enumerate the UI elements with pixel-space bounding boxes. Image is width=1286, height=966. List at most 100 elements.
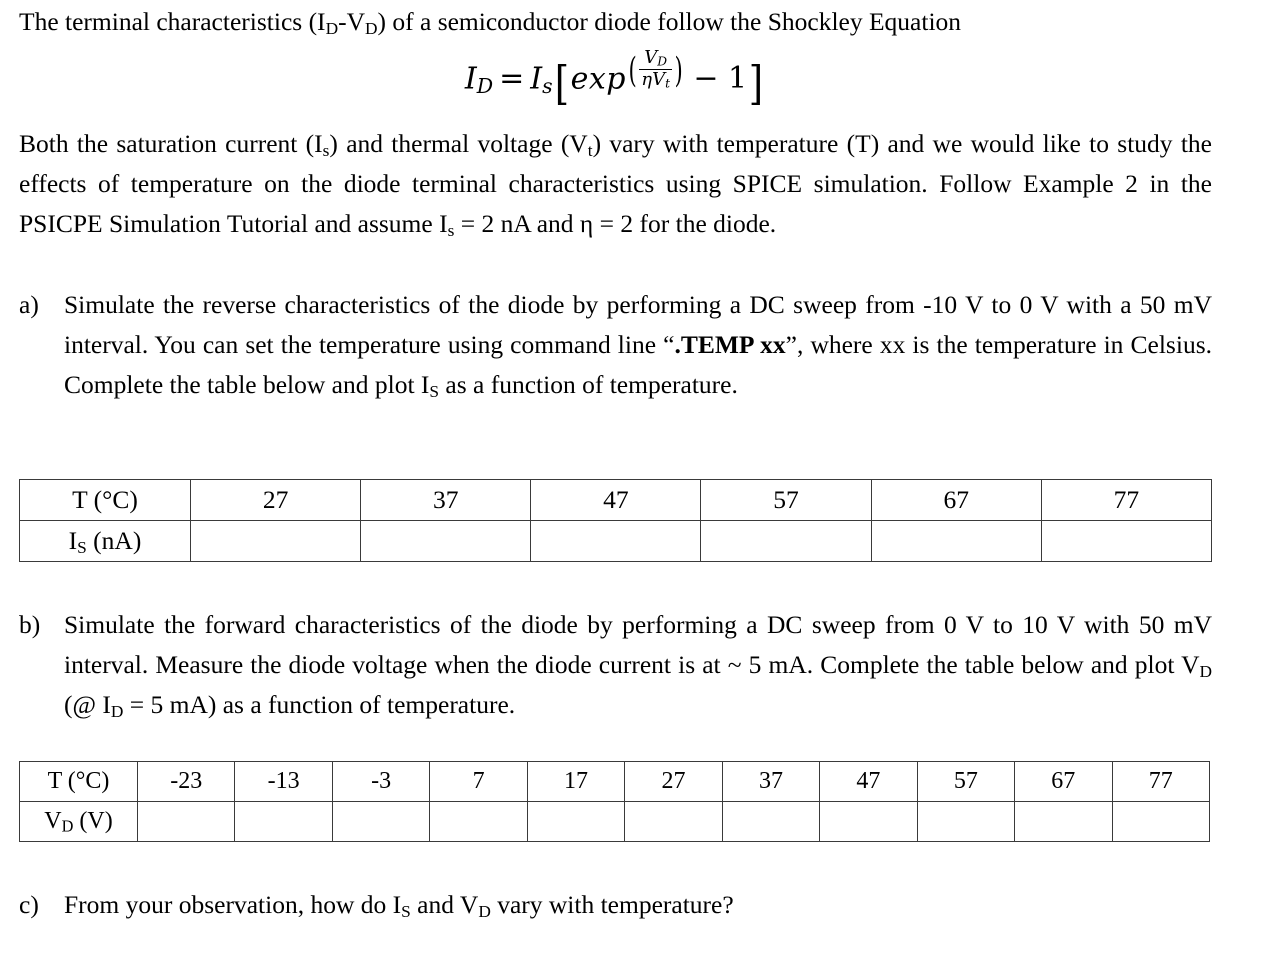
table-vd-value-1[interactable] <box>234 801 333 842</box>
table-vd-temp-6: 37 <box>721 761 821 802</box>
body-text-2: ) and thermal voltage (V <box>329 129 588 158</box>
question-item-a: a) Simulate the reverse characteristics … <box>19 285 1212 405</box>
table-vd-value-10[interactable] <box>1111 801 1211 842</box>
equation-equals: = <box>499 61 525 97</box>
item-c-text-2: and V <box>410 890 479 919</box>
equation-is-sub: s <box>542 73 553 98</box>
table-vd-temp-3: 7 <box>429 761 528 802</box>
table-vd-value-5[interactable] <box>624 801 723 842</box>
item-c-sub-d: D <box>478 901 491 921</box>
intro-text-post: ) of a semiconductor diode follow the Sh… <box>377 7 962 36</box>
table-vd-temp-5: 27 <box>624 761 723 802</box>
item-c-text-1: From your observation, how do I <box>64 890 402 919</box>
table-vd-value-2[interactable] <box>331 801 431 842</box>
table-vd-temp-2: -3 <box>331 761 431 802</box>
equation-id-sub: D <box>476 73 494 98</box>
table-vd-temp-4: 17 <box>526 761 626 802</box>
equation-denominator-var: ηV <box>641 68 666 90</box>
item-a-text-3: as a function of temperature. <box>439 370 738 399</box>
table-is-temp-1: 37 <box>360 479 532 521</box>
equation-fraction: VD ηVt <box>639 47 673 90</box>
table-row-vd-values: VD (V) <box>19 801 1211 842</box>
table-vd-label-vd: VD (V) <box>19 801 138 842</box>
item-a-text: Simulate the reverse characteristics of … <box>64 285 1212 405</box>
table-vd-temp-1: -13 <box>234 761 333 802</box>
table-vd-value-9[interactable] <box>1014 801 1113 842</box>
table-is-temp-2: 47 <box>530 479 702 521</box>
intro-text-pre: The terminal characteristics (I <box>19 7 326 36</box>
intro-sub-d2: D <box>365 18 378 38</box>
table-is-value-5[interactable] <box>1040 520 1213 562</box>
table-vd-temp-9: 67 <box>1014 761 1113 802</box>
table-row-temperature: T (°C) 27 37 47 57 67 77 <box>19 479 1213 521</box>
table-is-temp-0: 27 <box>189 479 362 521</box>
equation-exp-word: exp <box>570 61 626 97</box>
table-vd-value-6[interactable] <box>721 801 821 842</box>
item-b-text-1: Simulate the forward characteristics of … <box>64 610 1212 679</box>
equation-expression: ID = Is[exp(VD ηVt) − 1] <box>464 48 765 111</box>
diode-voltage-table[interactable]: T (°C) -23 -13 -3 7 17 27 37 47 57 67 77… <box>19 761 1211 842</box>
equation-paren-close: ) <box>674 50 683 91</box>
item-b-sub-d2: D <box>110 701 124 721</box>
item-c-sub-s: S <box>401 901 411 921</box>
intro-text-mid: -V <box>338 7 365 36</box>
equation-bracket-close: ] <box>748 56 764 111</box>
table-is-value-3[interactable] <box>700 520 872 562</box>
question-item-b: b) Simulate the forward characteristics … <box>19 605 1212 725</box>
table-vd-value-4[interactable] <box>526 801 626 842</box>
body-text-4: = 2 nA and η = 2 for the diode. <box>454 209 777 238</box>
table-row-temperature: T (°C) -23 -13 -3 7 17 27 37 47 57 67 77 <box>19 761 1211 802</box>
table-vd-value-7[interactable] <box>819 801 918 842</box>
table-is-label-i: I <box>68 526 78 555</box>
body-text-1: Both the saturation current (I <box>19 129 323 158</box>
item-c-text: From your observation, how do IS and VD … <box>64 885 1212 925</box>
intro-sentence: The terminal characteristics (ID-VD) of … <box>19 2 1215 42</box>
saturation-current-table[interactable]: T (°C) 27 37 47 57 67 77 IS (nA) <box>19 479 1213 562</box>
item-c-text-3: vary with temperature? <box>490 890 734 919</box>
item-b-text-2: (@ I <box>64 690 111 719</box>
table-is-value-4[interactable] <box>870 520 1042 562</box>
table-is-label-temperature: T (°C) <box>19 479 191 521</box>
table-vd-label-v: V <box>44 808 62 834</box>
equation-fraction-denominator: ηVt <box>639 70 672 90</box>
equation-fraction-numerator: VD <box>639 47 673 70</box>
table-vd-value-8[interactable] <box>916 801 1016 842</box>
table-is-label-unit: (nA) <box>86 526 142 555</box>
body-paragraph: Both the saturation current (Is) and the… <box>19 124 1212 244</box>
equation-bracket-open: [ <box>554 56 569 111</box>
item-b-sub-d1: D <box>1199 661 1212 681</box>
equation-is-var: I <box>530 61 543 97</box>
item-a-marker: a) <box>19 290 39 319</box>
equation-minus-one: − 1 <box>693 61 748 97</box>
table-vd-value-3[interactable] <box>429 801 528 842</box>
equation-denominator-sub: t <box>665 76 671 91</box>
item-b-text-3: = 5 mA) as a function of temperature. <box>123 690 516 719</box>
equation-numerator-sub: D <box>657 54 668 69</box>
document-page: The terminal characteristics (ID-VD) of … <box>0 0 1286 966</box>
table-is-value-0[interactable] <box>189 520 362 562</box>
table-vd-label-sub-d: D <box>61 816 74 836</box>
table-vd-temp-8: 57 <box>916 761 1016 802</box>
table-vd-label-temperature: T (°C) <box>19 761 138 802</box>
table-is-temp-5: 77 <box>1040 479 1213 521</box>
equation-exponent: (VD ηVt) <box>626 47 685 91</box>
equation-id-var: I <box>464 61 477 97</box>
table-is-label-sub-s: S <box>77 537 87 557</box>
equation-paren-open: ( <box>628 50 637 91</box>
question-item-c: c) From your observation, how do IS and … <box>19 885 1212 925</box>
table-vd-label-unit: (V) <box>73 808 113 834</box>
table-vd-value-0[interactable] <box>136 801 236 842</box>
table-is-value-1[interactable] <box>360 520 532 562</box>
shockley-equation: ID = Is[exp(VD ηVt) − 1] <box>0 48 1286 111</box>
item-a-temp-command: .TEMP xx <box>674 330 786 359</box>
table-row-is-values: IS (nA) <box>19 520 1213 562</box>
table-is-temp-3: 57 <box>700 479 872 521</box>
item-b-text: Simulate the forward characteristics of … <box>64 605 1212 725</box>
item-a-sub-s: S <box>429 381 440 401</box>
equation-numerator-var: V <box>644 47 658 68</box>
table-is-value-2[interactable] <box>530 520 702 562</box>
table-vd-temp-10: 77 <box>1111 761 1211 802</box>
table-is-label-is: IS (nA) <box>19 520 191 562</box>
item-b-marker: b) <box>19 610 41 639</box>
item-c-marker: c) <box>19 890 39 919</box>
